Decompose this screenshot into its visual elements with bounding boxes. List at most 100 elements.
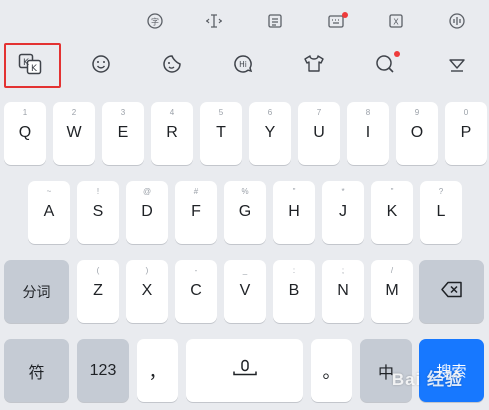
hi-bubble-icon[interactable]: Hi [225,46,261,82]
key-hint: : [292,266,296,275]
symbols-key[interactable]: 符 [4,339,69,402]
key-hint: ) [145,266,149,275]
key-s[interactable]: ! S [77,181,119,244]
key-hint: 2 [71,108,77,117]
segment-key[interactable]: 分词 [4,260,69,323]
key-label: F [191,203,201,220]
key-label: Q [18,124,32,141]
notification-dot [342,12,348,18]
key-r[interactable]: 4R [151,102,193,165]
keyboard-icon[interactable] [321,6,351,36]
key-t[interactable]: 5T [200,102,242,165]
comma-label: ， [148,361,167,382]
key-hint: @ [142,187,152,196]
key-o[interactable]: 9O [396,102,438,165]
period-key[interactable]: 。 [311,339,352,402]
key-u[interactable]: 7U [298,102,340,165]
key-f[interactable]: # F [175,181,217,244]
highlight-box [4,43,61,88]
svg-text:Hi: Hi [239,60,247,69]
key-label: G [238,203,252,220]
key-label: M [385,282,399,299]
key-label: U [313,124,325,141]
key-l[interactable]: ? L [420,181,462,244]
key-label: W [66,124,82,141]
key-label: S [92,203,104,220]
period-label: 。 [322,361,341,382]
key-x[interactable]: ) X [126,260,168,323]
key-label: O [410,124,424,141]
key-p[interactable]: 0P [445,102,487,165]
key-label: N [337,282,349,299]
key-z[interactable]: (Z [77,260,119,323]
key-w[interactable]: 2W [53,102,95,165]
key-label: L [436,203,446,220]
key-i[interactable]: 8I [347,102,389,165]
key-y[interactable]: 6Y [249,102,291,165]
key-label: H [288,203,300,220]
key-hint: 0 [463,108,469,117]
key-label: X [141,282,153,299]
key-b[interactable]: :B [273,260,315,323]
backspace-icon [440,281,463,302]
symbols-label: 符 [28,364,45,382]
key-label: I [365,124,371,141]
search-icon[interactable] [367,46,403,82]
key-hint: ~ [46,187,52,196]
key-label: D [141,203,153,220]
key-hint: 9 [414,108,420,117]
key-label: T [216,124,226,141]
key-hint: 7 [316,108,322,117]
key-hint: " [292,187,296,196]
emoji-face-icon[interactable] [83,46,119,82]
comma-key[interactable]: ， [137,339,178,402]
cursor-move-icon[interactable] [199,6,229,36]
key-label: E [117,124,129,141]
function-toolbar: KK Hi [0,40,489,90]
key-hint: ? [438,187,444,196]
key-q[interactable]: 1Q [4,102,46,165]
key-n[interactable]: ; N [322,260,364,323]
key-v[interactable]: _ V [224,260,266,323]
key-e[interactable]: 3E [102,102,144,165]
key-label: K [386,203,398,220]
voice-mic-icon[interactable] [442,6,472,36]
clipboard-list-icon[interactable] [260,6,290,36]
utility-toolbar: 字 X [0,0,489,40]
svg-text:字: 字 [151,17,159,27]
clothing-skin-icon[interactable] [296,46,332,82]
key-label: C [190,282,202,299]
key-hint: 8 [365,108,371,117]
key-h[interactable]: " H [273,181,315,244]
key-label: B [288,282,300,299]
key-hint: 1 [22,108,28,117]
numbers-key[interactable]: 123 [77,339,129,402]
key-label: Z [93,282,103,299]
key-hint: _ [242,266,248,275]
key-label: R [166,124,178,141]
key-hint: ( [96,266,100,275]
key-hint: ! [96,187,100,196]
translate-char-icon[interactable]: 字 [140,6,170,36]
key-hint: 5 [218,108,224,117]
key-g[interactable]: % G [224,181,266,244]
segment-label: 分词 [22,283,51,300]
backspace-key[interactable] [419,260,484,323]
key-k[interactable]: " K [371,181,413,244]
space-key[interactable] [186,339,303,402]
key-hint: / [390,266,394,275]
key-m[interactable]: / M [371,260,413,323]
key-label: Y [264,124,276,141]
key-c[interactable]: -C [175,260,217,323]
collapse-keyboard-icon[interactable] [439,46,475,82]
key-hint: - [194,266,198,275]
key-hint: * [341,187,345,196]
key-d[interactable]: @ D [126,181,168,244]
text-editor-icon[interactable]: X [381,6,411,36]
key-hint: 3 [120,108,126,117]
key-hint: 6 [267,108,273,117]
key-j[interactable]: * J [322,181,364,244]
mic-icon [231,358,259,383]
sticker-icon[interactable] [154,46,190,82]
key-a[interactable]: ~ A [28,181,70,244]
